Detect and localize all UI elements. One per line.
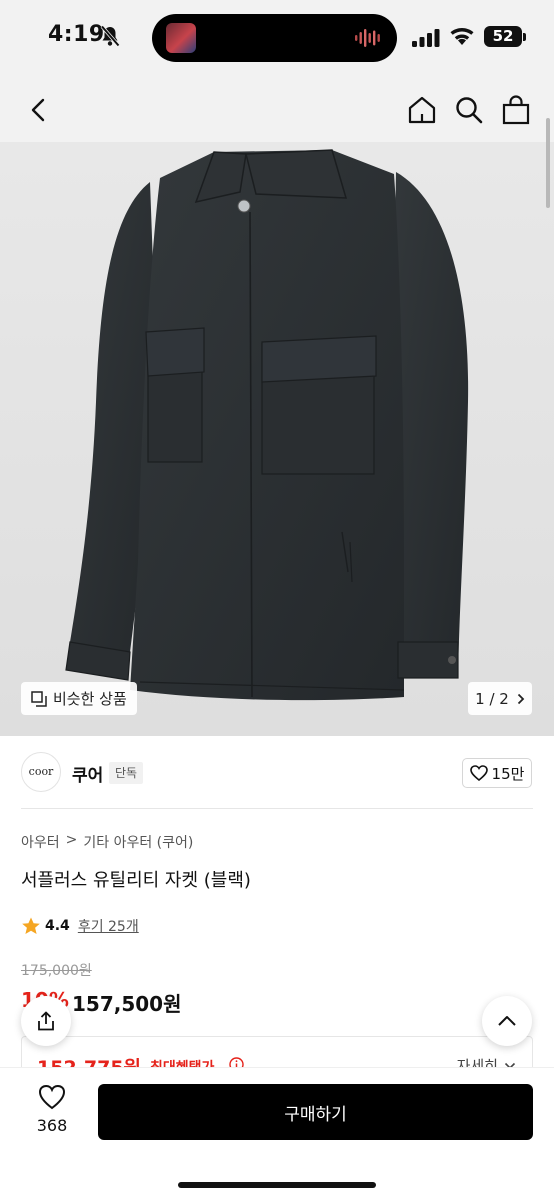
wishlist-count: 368 bbox=[36, 1116, 68, 1135]
chevron-left-icon[interactable] bbox=[24, 94, 56, 126]
heart-icon bbox=[38, 1084, 66, 1110]
top-navigation bbox=[0, 76, 554, 142]
home-icon[interactable] bbox=[406, 94, 438, 126]
chevron-up-icon bbox=[498, 1016, 516, 1026]
share-button[interactable] bbox=[21, 996, 71, 1046]
page-indicator-text: 1 / 2 bbox=[475, 689, 509, 708]
copy-icon bbox=[31, 690, 47, 707]
status-time: 4:19 bbox=[48, 22, 105, 47]
product-image bbox=[65, 149, 469, 701]
page-scrollbar[interactable] bbox=[546, 118, 550, 208]
sale-price: 157,500원 bbox=[72, 992, 182, 1016]
battery-tip bbox=[523, 33, 526, 41]
rating-summary: 4.4 후기 25개 bbox=[21, 916, 139, 936]
chevron-right-icon bbox=[517, 693, 525, 704]
buy-button[interactable]: 구매하기 bbox=[98, 1084, 533, 1140]
similar-products-button[interactable]: 비슷한 상품 bbox=[21, 682, 137, 715]
image-page-indicator[interactable]: 1 / 2 bbox=[468, 682, 532, 715]
brand-name[interactable]: 쿠어 bbox=[72, 761, 103, 786]
search-icon[interactable] bbox=[453, 94, 485, 126]
brand-like-count: 15만 bbox=[491, 764, 525, 783]
wishlist-button[interactable]: 368 bbox=[28, 1084, 76, 1140]
dynamic-island bbox=[152, 14, 397, 62]
brand-logo[interactable]: coor bbox=[21, 752, 61, 792]
heart-icon bbox=[469, 765, 488, 781]
signal-icon bbox=[412, 29, 440, 47]
product-image-carousel[interactable]: 비슷한 상품 1 / 2 bbox=[0, 142, 554, 736]
bell-slash-icon bbox=[100, 25, 120, 47]
original-price: 175,000원 bbox=[21, 963, 92, 979]
brand-like-button[interactable]: 15만 bbox=[462, 758, 532, 788]
scroll-to-top-button[interactable] bbox=[482, 996, 532, 1046]
review-count-link[interactable]: 후기 25개 bbox=[78, 916, 139, 936]
similar-products-label: 비슷한 상품 bbox=[53, 690, 127, 708]
shopping-bag-icon[interactable] bbox=[500, 94, 532, 126]
brand-row: coor 쿠어 단독 15만 bbox=[0, 736, 554, 808]
exclusive-badge: 단독 bbox=[109, 762, 144, 784]
breadcrumb-separator: > bbox=[65, 832, 78, 848]
audio-wave-icon bbox=[355, 29, 380, 47]
now-playing-thumbnail bbox=[166, 23, 196, 53]
breadcrumb-item-outer[interactable]: 아우터 bbox=[21, 832, 60, 852]
wifi-icon bbox=[450, 28, 474, 45]
status-bar: 4:19 52 bbox=[0, 0, 554, 76]
share-icon bbox=[38, 1011, 54, 1031]
battery-indicator: 52 bbox=[484, 26, 522, 47]
breadcrumb-item-other-outer[interactable]: 기타 아우터 (쿠어) bbox=[83, 832, 193, 852]
bottom-purchase-bar: 368 구매하기 bbox=[0, 1068, 554, 1200]
home-indicator bbox=[178, 1182, 376, 1188]
divider bbox=[21, 808, 533, 809]
breadcrumb: 아우터 > 기타 아우터 (쿠어) bbox=[21, 832, 193, 852]
rating-value: 4.4 bbox=[45, 918, 70, 934]
product-title: 서플러스 유틸리티 자켓 (블랙) bbox=[21, 870, 251, 891]
star-icon bbox=[22, 917, 40, 934]
